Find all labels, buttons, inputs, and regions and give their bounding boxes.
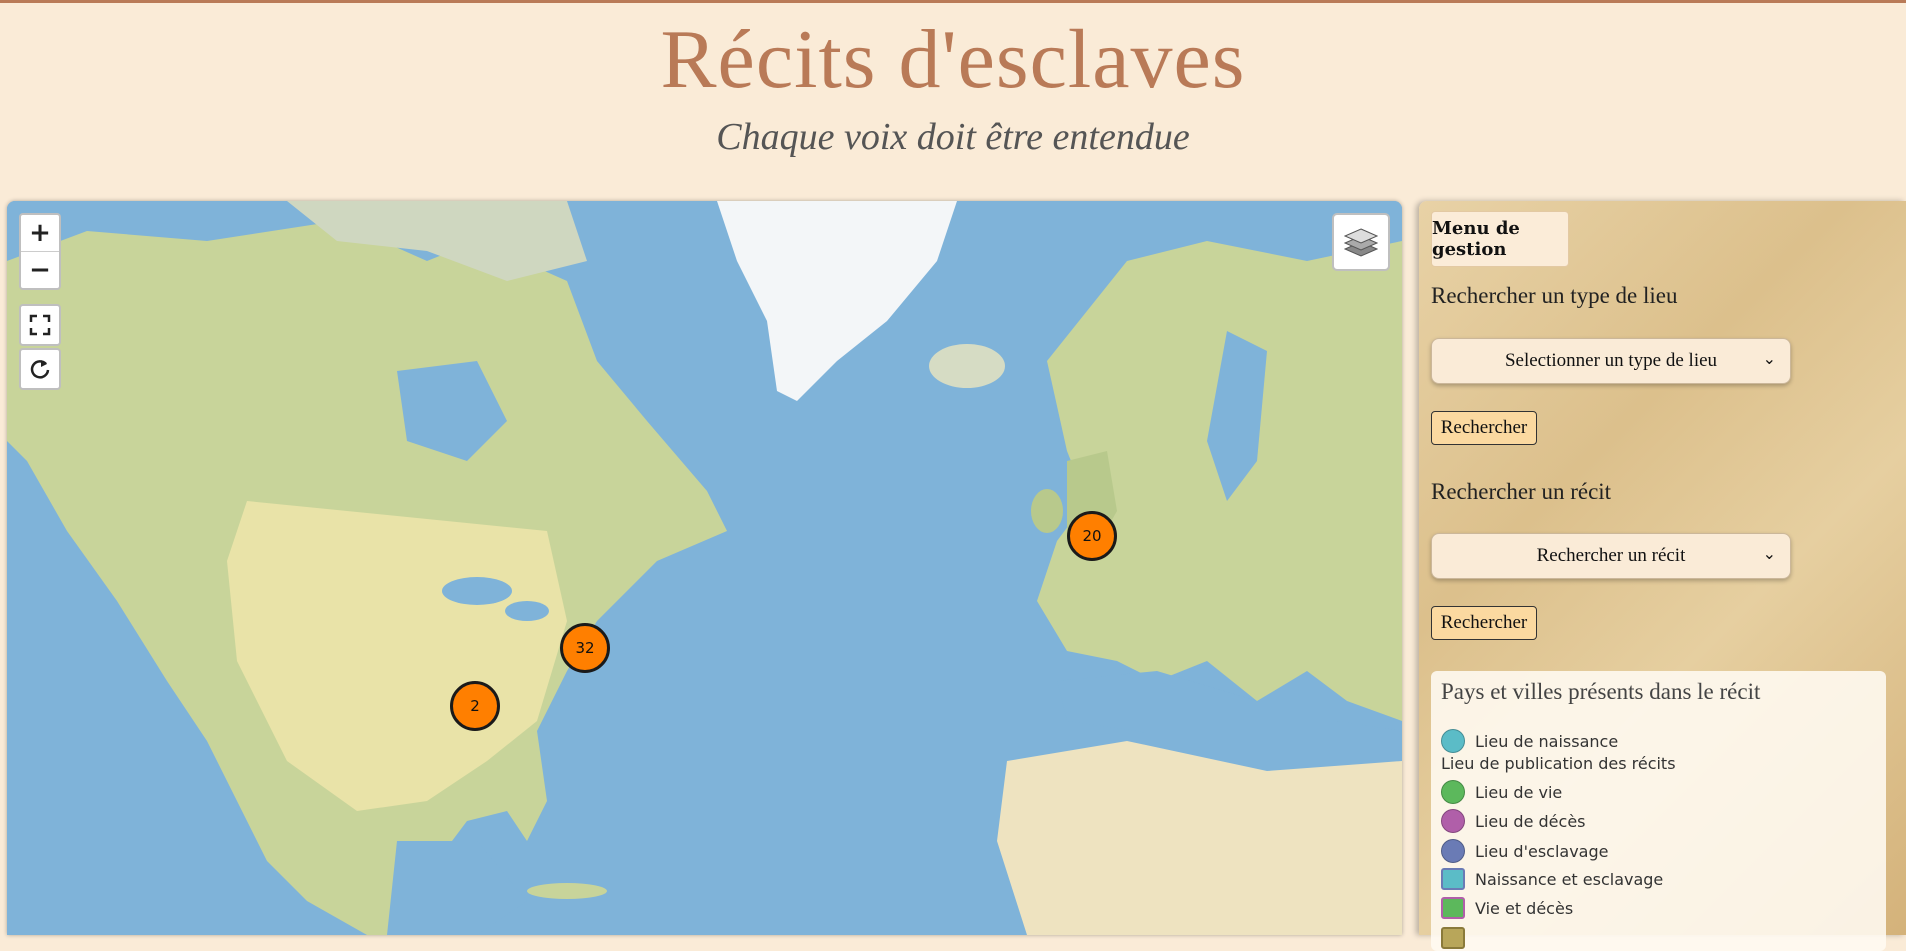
zoom-in-button[interactable]: + [21, 215, 59, 251]
place-type-label: Rechercher un type de lieu [1431, 283, 1678, 308]
zoom-out-button[interactable]: − [21, 251, 59, 288]
map-tiles [7, 201, 1402, 935]
zoom-control: + − [19, 213, 61, 290]
legend-square-icon [1441, 927, 1465, 949]
management-panel: Menu de gestion Rechercher un type de li… [1419, 201, 1906, 951]
death-place-dot-icon [1441, 809, 1465, 833]
management-menu-button[interactable]: Menu de gestion [1431, 211, 1569, 267]
chevron-down-icon: ⌄ [1762, 349, 1776, 368]
refresh-icon [30, 360, 50, 379]
legend-item-label: Naissance et esclavage [1475, 869, 1664, 889]
page-subtitle: Chaque voix doit être entendue [716, 116, 1190, 158]
chevron-down-icon: ⌄ [1762, 544, 1776, 563]
map-legend: Pays et villes présents dans le récit Li… [1431, 671, 1886, 951]
living-place-dot-icon [1441, 780, 1465, 804]
legend-item: Lieu de publication des récits [1441, 754, 1676, 773]
legend-item-label: Lieu de vie [1475, 782, 1563, 802]
fullscreen-button[interactable] [19, 304, 61, 346]
legend-item-label: Lieu d'esclavage [1475, 841, 1609, 861]
legend-item [1441, 927, 1475, 949]
slavery-place-dot-icon [1441, 839, 1465, 863]
search-story-button[interactable]: Rechercher [1431, 606, 1537, 640]
story-label: Rechercher un récit [1431, 479, 1612, 504]
site-header: Récits d'esclaves Chaque voix doit être … [0, 3, 1906, 193]
fullscreen-icon [29, 314, 51, 336]
layers-icon [1344, 228, 1378, 257]
birthplace-dot-icon [1441, 729, 1465, 753]
legend-item: Naissance et esclavage [1441, 868, 1663, 890]
legend-item-label: Vie et décès [1475, 898, 1574, 918]
layers-button[interactable] [1332, 213, 1390, 271]
reset-view-button[interactable] [19, 348, 61, 390]
story-select-value: Rechercher un récit [1536, 545, 1686, 566]
search-place-type-button[interactable]: Rechercher [1431, 411, 1537, 445]
legend-item: Lieu d'esclavage [1441, 839, 1608, 863]
legend-item-label: Lieu de naissance [1475, 731, 1619, 751]
place-type-select[interactable]: Selectionner un type de lieu ⌄ [1431, 338, 1791, 384]
legend-item: Lieu de vie [1441, 780, 1562, 804]
cluster-marker-south-us[interactable]: 2 [450, 681, 500, 731]
world-map[interactable]: + − 20 32 2 [7, 201, 1402, 935]
place-type-select-value: Selectionner un type de lieu [1504, 350, 1718, 371]
legend-title: Pays et villes présents dans le récit [1441, 679, 1761, 704]
legend-item-label: Lieu de publication des récits [1441, 754, 1676, 773]
birth-slavery-square-icon [1441, 868, 1465, 890]
legend-item: Lieu de décès [1441, 809, 1586, 833]
page-title: Récits d'esclaves [660, 13, 1246, 106]
legend-item: Vie et décès [1441, 897, 1573, 919]
life-death-square-icon [1441, 897, 1465, 919]
legend-item-label: Lieu de décès [1475, 811, 1586, 831]
cluster-marker-europe[interactable]: 20 [1067, 511, 1117, 561]
cluster-marker-northeast-us[interactable]: 32 [560, 623, 610, 673]
legend-item: Lieu de naissance [1441, 729, 1618, 753]
story-select[interactable]: Rechercher un récit ⌄ [1431, 533, 1791, 579]
